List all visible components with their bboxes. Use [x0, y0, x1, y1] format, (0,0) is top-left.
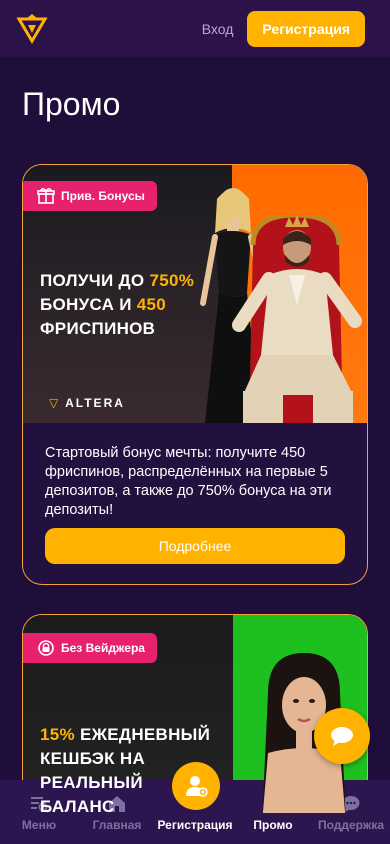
headline-text: ПОЛУЧИ ДО: [40, 271, 150, 290]
promo-badge: Без Вейджера: [23, 633, 157, 663]
logo-icon[interactable]: [16, 13, 48, 45]
gift-icon: [37, 188, 55, 204]
promo-banner: Прив. Бонусы ПОЛУЧИ ДО 750% БОНУСА И 450…: [23, 165, 367, 423]
nav-item-register[interactable]: Регистрация: [156, 818, 234, 832]
no-wager-icon: [38, 640, 54, 656]
headline-text: ФРИСПИНОВ: [40, 319, 156, 338]
man-on-throne-illustration: [232, 215, 362, 423]
nav-label: Главная: [92, 818, 142, 832]
brand-logo: ▽ ALTERA: [49, 396, 125, 410]
promo-card-welcome-bonus[interactable]: Прив. Бонусы ПОЛУЧИ ДО 750% БОНУСА И 450…: [22, 164, 368, 585]
chat-bubble-icon: [331, 727, 353, 746]
promo-badge: Прив. Бонусы: [23, 181, 157, 211]
register-fab[interactable]: [172, 762, 220, 810]
login-link[interactable]: Вход: [202, 21, 234, 37]
headline-highlight: 15%: [40, 725, 75, 744]
register-button[interactable]: Регистрация: [247, 10, 365, 47]
nav-label: Меню: [21, 818, 57, 832]
chat-button[interactable]: [314, 708, 370, 764]
brand-name: ALTERA: [65, 396, 125, 410]
more-details-button[interactable]: Подробнее: [45, 528, 345, 564]
badge-label: Прив. Бонусы: [61, 189, 145, 203]
user-add-icon: [186, 776, 208, 797]
headline-highlight: 450: [136, 295, 167, 314]
headline-text: БОНУСА И: [40, 295, 137, 314]
promo-description: Стартовый бонус мечты: получите 450 фрис…: [45, 445, 332, 518]
nav-label: Поддержка: [317, 818, 385, 832]
headline-highlight: 750%: [149, 271, 195, 290]
nav-label: Регистрация: [157, 818, 233, 832]
badge-label: Без Вейджера: [61, 641, 145, 655]
brand-mark-icon: ▽: [49, 396, 61, 410]
header-actions: Вход Регистрация: [202, 10, 365, 47]
top-header: Вход Регистрация: [0, 0, 390, 57]
nav-label: Промо: [253, 818, 293, 832]
promo-headline: ПОЛУЧИ ДО 750% БОНУСА И 450 ФРИСПИНОВ: [40, 269, 220, 341]
page-title: Промо: [22, 86, 121, 122]
promo-page: Вход Регистрация Промо Прив. Бонусы ПОЛУ…: [0, 0, 390, 844]
